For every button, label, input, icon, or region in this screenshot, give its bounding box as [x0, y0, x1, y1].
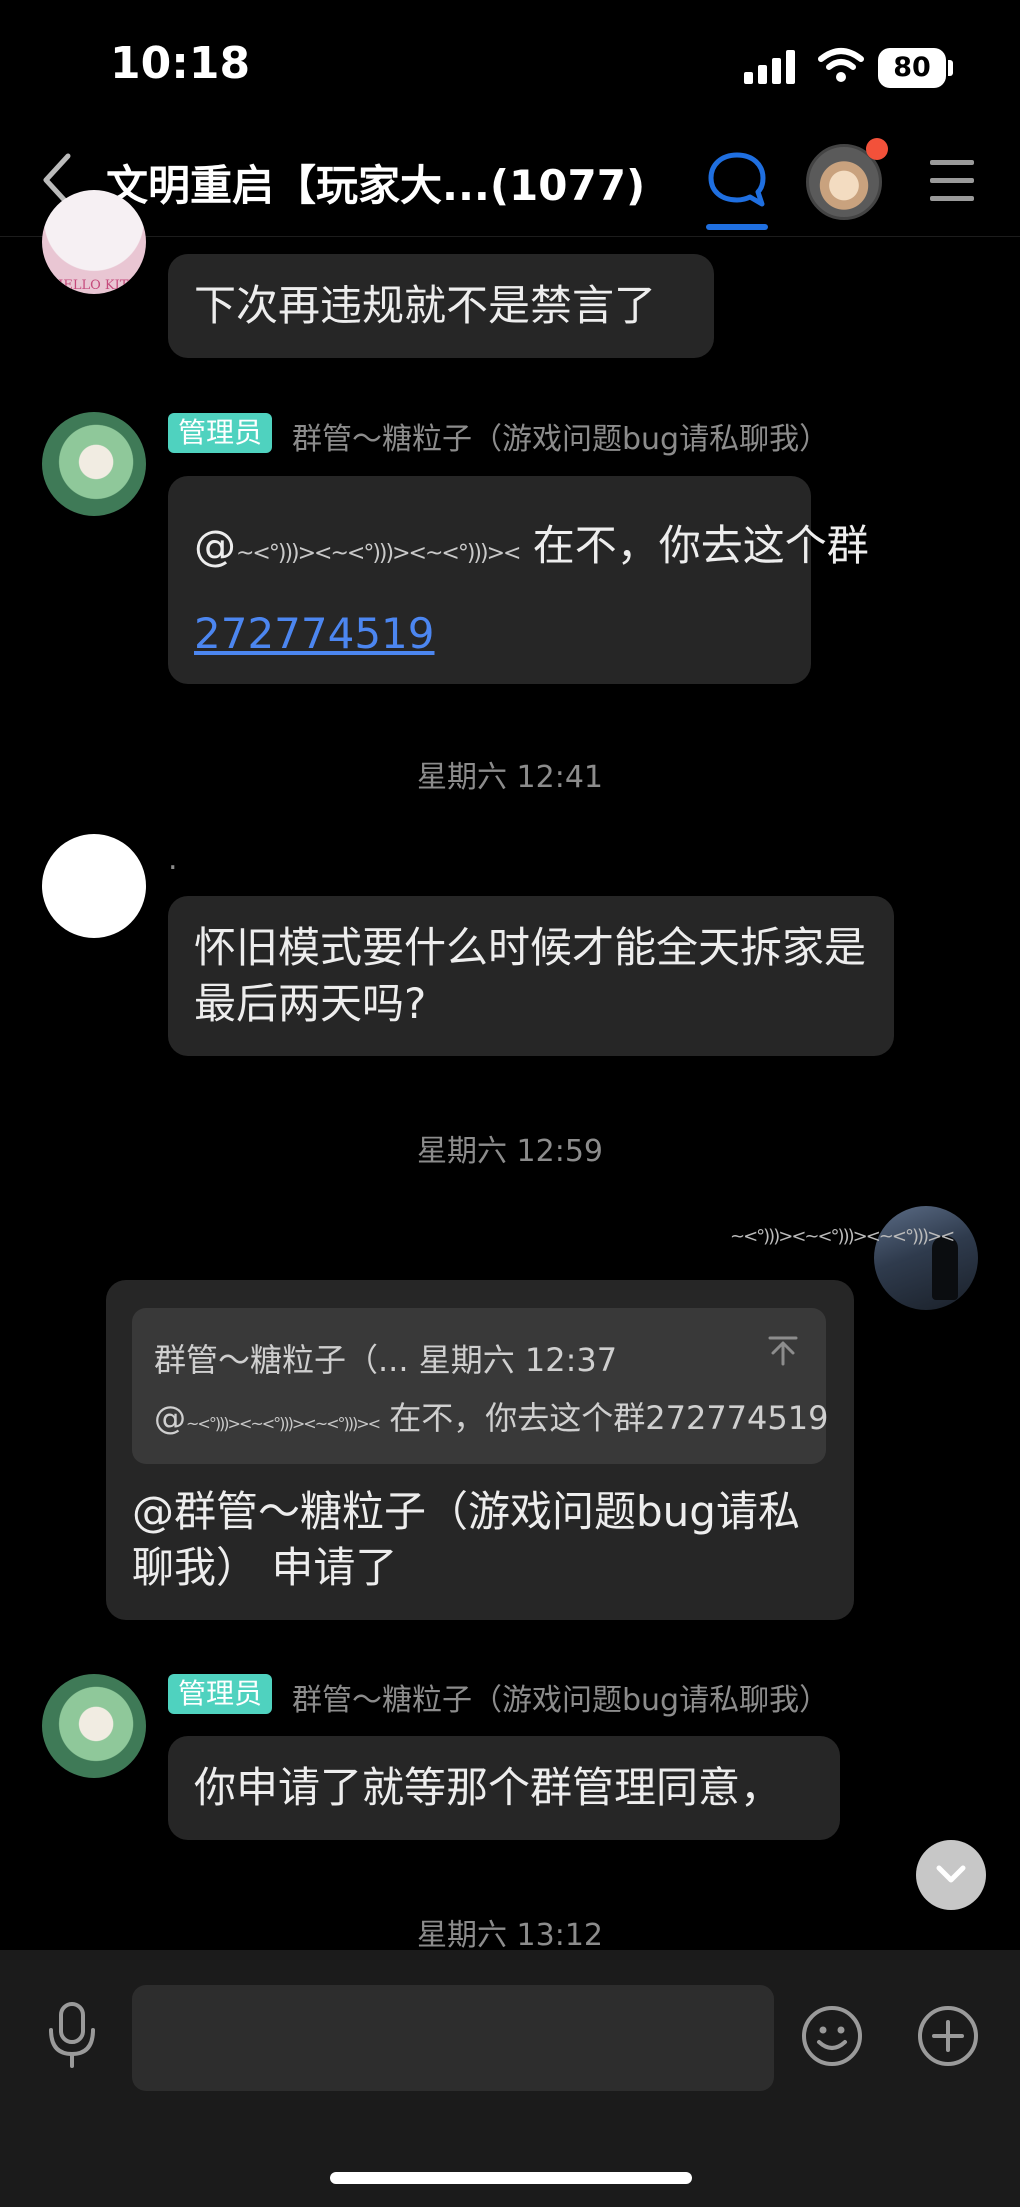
- message-input[interactable]: [132, 1985, 774, 2091]
- home-indicator[interactable]: [330, 2172, 692, 2184]
- notification-dot: [866, 138, 888, 160]
- quote-header: 群管～糖粒子（... 星期六 12:37: [154, 1341, 618, 1379]
- message-text: 怀旧模式要什么时候才能全天拆家是最后两天吗?: [194, 923, 867, 1028]
- battery-indicator: 80: [878, 48, 946, 88]
- message-text: @群管～糖粒子（游戏问题bug请私聊我） 申请了: [132, 1487, 800, 1592]
- message-bubble[interactable]: @~<°)))><~<°)))><~<°)))>< 在不，你去这个群 27277…: [168, 476, 869, 684]
- avatar[interactable]: [42, 412, 146, 516]
- chat-bubble-icon[interactable]: [706, 150, 768, 210]
- scroll-down-button[interactable]: [916, 1840, 986, 1910]
- plus-icon[interactable]: [916, 2004, 980, 2068]
- message-bubble[interactable]: 你申请了就等那个群管理同意，: [168, 1736, 840, 1840]
- microphone-icon[interactable]: [44, 2000, 100, 2070]
- quote-mention-name: ~<°)))><~<°)))><~<°)))><: [186, 1414, 381, 1433]
- timestamp: 星期六 12:41: [417, 760, 603, 795]
- avatar[interactable]: HELLO KITTY: [42, 190, 146, 294]
- wifi-icon: [818, 48, 864, 82]
- mention-name[interactable]: ~<°)))><~<°)))><~<°)))><: [236, 526, 521, 582]
- message-line: @~<°)))><~<°)))><~<°)))>< 在不，你去这个群: [194, 518, 869, 582]
- sender-name[interactable]: ~<°)))><~<°)))><~<°)))><: [730, 1226, 955, 1247]
- avatar[interactable]: [42, 1674, 146, 1778]
- avatar[interactable]: [42, 834, 146, 938]
- admin-badge: 管理员: [168, 1674, 273, 1714]
- cellular-signal-icon: [744, 50, 798, 84]
- message-bubble[interactable]: 下次再违规就不是禁言了: [168, 254, 714, 358]
- message-bubble[interactable]: 群管～糖粒子（... 星期六 12:37 @~<°)))><~<°)))><~<…: [106, 1280, 854, 1620]
- group-number-link[interactable]: 272774519: [194, 609, 435, 658]
- sender-name[interactable]: .: [168, 842, 178, 877]
- timestamp: 星期六 13:12: [417, 1918, 603, 1953]
- emoji-icon[interactable]: [800, 2004, 864, 2068]
- quote-text: 在不，你去这个群272774519: [379, 1399, 829, 1437]
- menu-icon[interactable]: [930, 160, 974, 202]
- timestamp: 星期六 12:59: [417, 1134, 603, 1169]
- chevron-down-icon: [936, 1865, 966, 1883]
- mention-prefix: @: [194, 521, 236, 570]
- quoted-message[interactable]: 群管～糖粒子（... 星期六 12:37 @~<°)))><~<°)))><~<…: [132, 1308, 828, 1464]
- pin-top-icon[interactable]: [766, 1334, 800, 1368]
- message-text: 你申请了就等那个群管理同意，: [194, 1763, 783, 1812]
- battery-tip: [948, 60, 953, 76]
- avatar-logo-art: HELLO KITTY: [52, 278, 146, 293]
- message-text: 下次再违规就不是禁言了: [194, 281, 657, 330]
- sender-name[interactable]: 群管～糖粒子（游戏问题bug请私聊我）: [292, 414, 829, 458]
- avatar[interactable]: [874, 1206, 978, 1310]
- quote-prefix: @: [154, 1399, 186, 1437]
- quote-body: @~<°)))><~<°)))><~<°)))>< 在不，你去这个群272774…: [154, 1390, 828, 1452]
- status-time: 10:18: [110, 38, 251, 89]
- admin-badge: 管理员: [168, 413, 273, 453]
- message-text: 在不，你去这个群: [519, 521, 869, 570]
- chat-title[interactable]: 文明重启【玩家大...(1077): [106, 152, 645, 213]
- tab-underline: [706, 224, 768, 230]
- message-bubble[interactable]: 怀旧模式要什么时候才能全天拆家是最后两天吗?: [168, 896, 894, 1056]
- sender-name[interactable]: 群管～糖粒子（游戏问题bug请私聊我）: [292, 1675, 829, 1719]
